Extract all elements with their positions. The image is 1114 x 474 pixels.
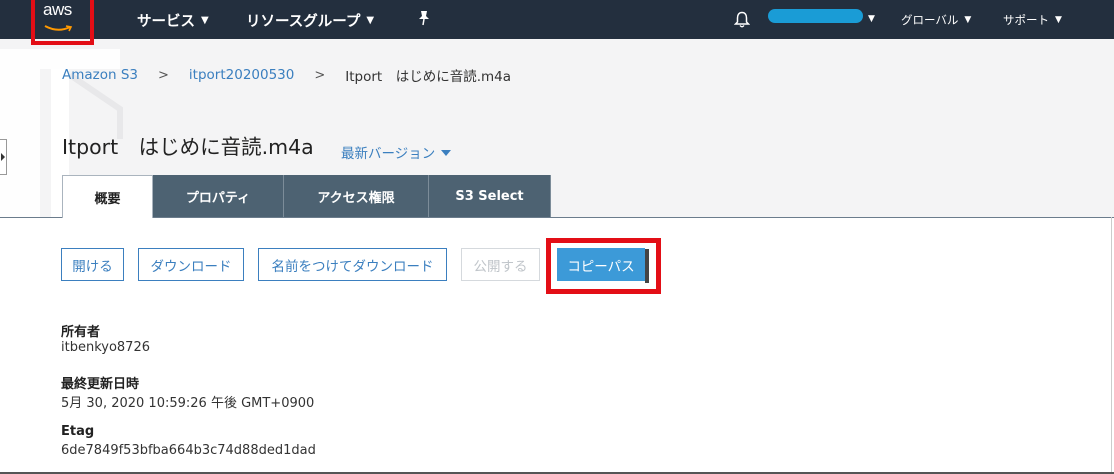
breadcrumb-current-object: Itport はじめに音読.m4a [345, 69, 512, 85]
aws-smile-icon [44, 25, 73, 32]
page-title: Itport はじめに音読.m4a [62, 135, 314, 159]
publish-button: 公開する [461, 248, 540, 281]
etag-label: Etag [61, 424, 95, 439]
pin-icon[interactable] [417, 10, 431, 26]
chevron-down-icon[interactable]: ▼ [868, 14, 875, 24]
download-button[interactable]: ダウンロード [138, 248, 244, 281]
support-menu-label: サポート [1003, 13, 1049, 27]
last-modified-value: 5月 30, 2020 10:59:26 午後 GMT+0900 [61, 396, 315, 411]
breadcrumb-root-link[interactable]: Amazon S3 [62, 67, 138, 83]
region-menu-label: グローバル [901, 13, 959, 27]
support-menu[interactable]: サポート ▼ [1003, 12, 1062, 28]
account-menu[interactable] [768, 9, 863, 23]
breadcrumb: Amazon S3 > itport20200530 > Itport はじめに… [62, 65, 511, 85]
owner-label: 所有者 [61, 325, 101, 340]
etag-value: 6de7849f53bfba664b3c74d88ded1dad [61, 443, 316, 458]
chevron-down-icon: ▼ [366, 15, 375, 26]
copy-path-button[interactable]: コピーパス [557, 248, 645, 281]
tab-overview[interactable]: 概要 [62, 175, 153, 218]
tab-properties-label: プロパティ [185, 190, 251, 206]
caret-down-icon [441, 150, 452, 156]
tab-permissions-label: アクセス権限 [317, 190, 395, 206]
bell-icon[interactable] [734, 11, 750, 28]
version-dropdown-label: 最新バージョン [341, 146, 436, 162]
owner-value: itbenkyo8726 [61, 340, 150, 355]
tab-properties[interactable]: プロパティ [153, 175, 284, 217]
button-shadow [645, 249, 649, 283]
breadcrumb-bucket-link[interactable]: itport20200530 [189, 67, 294, 83]
tab-s3-select-label: S3 Select [455, 188, 524, 204]
chevron-right-icon: > [158, 67, 169, 83]
aws-logo[interactable]: aws [31, 0, 94, 45]
chevron-down-icon: ▼ [201, 15, 209, 26]
open-button[interactable]: 開ける [61, 248, 124, 281]
chevron-down-icon: ▼ [964, 15, 972, 25]
resource-groups-menu-label: リソースグループ [246, 14, 361, 30]
content-border [1111, 217, 1112, 474]
top-nav-bar: aws サービス ▼ リソースグループ ▼ ▼ グローバル ▼ サポート ▼ [0, 0, 1114, 45]
services-menu-label: サービス [137, 14, 195, 30]
download-as-button[interactable]: 名前をつけてダウンロード [258, 248, 447, 281]
chevron-down-icon: ▼ [1055, 15, 1062, 25]
tab-permissions[interactable]: アクセス権限 [284, 175, 429, 217]
services-menu[interactable]: サービス ▼ [137, 10, 209, 31]
side-panel-toggle[interactable] [0, 139, 7, 175]
region-menu[interactable]: グローバル ▼ [901, 12, 971, 28]
chevron-right-icon: > [314, 67, 326, 83]
last-modified-label: 最終更新日時 [61, 377, 140, 392]
aws-logo-text: aws [43, 0, 72, 19]
tab-overview-label: 概要 [94, 191, 121, 207]
resource-groups-menu[interactable]: リソースグループ ▼ [246, 10, 374, 31]
tab-s3-select[interactable]: S3 Select [429, 175, 551, 217]
version-dropdown[interactable]: 最新バージョン [341, 142, 452, 162]
